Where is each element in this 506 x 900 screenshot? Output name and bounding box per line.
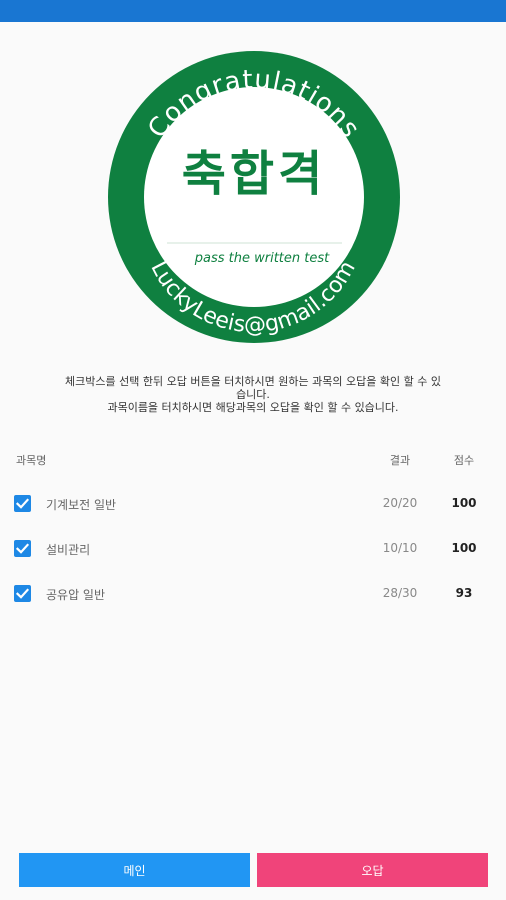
- status-bar: [0, 0, 506, 22]
- subject-result: 20/20: [382, 496, 418, 510]
- subject-score: 100: [451, 541, 477, 555]
- subject-checkbox[interactable]: [14, 585, 31, 602]
- subject-name[interactable]: 설비관리: [46, 541, 90, 558]
- table-row: 기계보전 일반 20/20 100: [0, 489, 506, 519]
- seal-sub-text: pass the written test: [194, 251, 330, 266]
- header-score: 점수: [453, 454, 475, 467]
- subject-checkbox[interactable]: [14, 540, 31, 557]
- instruction-line: 과목이름을 터치하시면 해당과목의 오답을 확인 할 수 있습니다.: [107, 401, 399, 414]
- table-row: 공유압 일반 28/30 93: [0, 579, 506, 609]
- header-result: 결과: [389, 454, 411, 467]
- subject-checkbox[interactable]: [14, 495, 31, 512]
- subject-score: 93: [455, 586, 473, 600]
- seal-center-text: 축합격: [182, 146, 326, 202]
- table-row: 설비관리 10/10 100: [0, 534, 506, 564]
- subject-result: 10/10: [382, 541, 418, 555]
- subject-name[interactable]: 공유압 일반: [46, 586, 105, 603]
- check-icon: [15, 543, 30, 554]
- congratulations-seal: Congratulations LuckyLeeis@gmail.com 축합격…: [108, 51, 400, 343]
- subject-score: 100: [451, 496, 477, 510]
- instruction-text: 체크박스를 선택 한뒤 오답 버튼을 터치하시면 원하는 과목의 오답을 확인 …: [20, 375, 486, 414]
- table-header: 과목명 결과 점수: [0, 452, 506, 468]
- check-icon: [15, 588, 30, 599]
- subject-name[interactable]: 기계보전 일반: [46, 496, 116, 513]
- header-subject: 과목명: [16, 454, 47, 467]
- instruction-line: 습니다.: [236, 388, 270, 401]
- check-icon: [15, 498, 30, 509]
- subject-result: 28/30: [382, 586, 418, 600]
- instruction-line: 체크박스를 선택 한뒤 오답 버튼을 터치하시면 원하는 과목의 오답을 확인 …: [65, 375, 441, 388]
- main-button[interactable]: 메인: [19, 853, 250, 887]
- wrong-answers-button[interactable]: 오답: [257, 853, 488, 887]
